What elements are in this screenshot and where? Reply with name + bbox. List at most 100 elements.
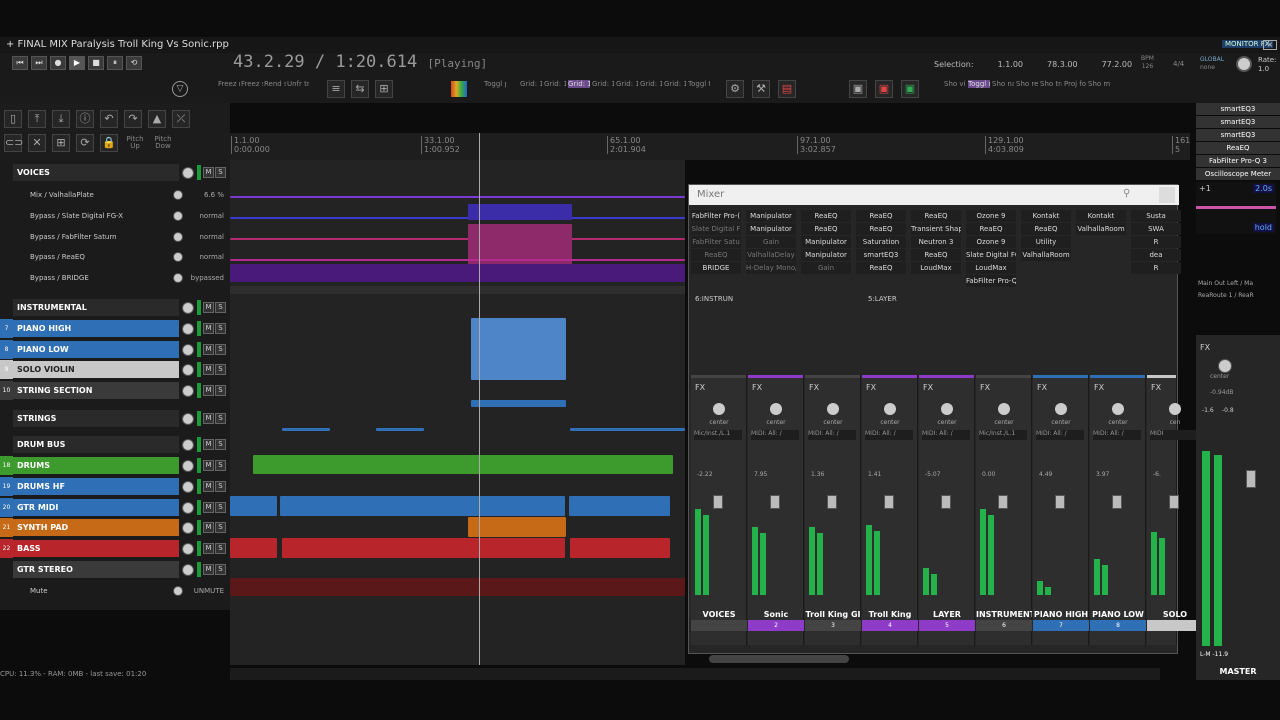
fx-slot[interactable]: Gain bbox=[801, 262, 851, 274]
track-header[interactable]: 19 DRUMS HF M S bbox=[0, 477, 226, 496]
grid-button[interactable]: Grid: 1/8 bbox=[592, 80, 614, 88]
track-name[interactable]: SOLO VIOLIN bbox=[13, 361, 179, 378]
horizontal-scrollbar[interactable] bbox=[230, 668, 1160, 680]
fx-slot[interactable]: LoudMax bbox=[966, 262, 1016, 274]
fx-slot[interactable]: BRIDGE bbox=[691, 262, 741, 274]
track-volume-knob[interactable] bbox=[182, 322, 194, 335]
mute-button[interactable]: M bbox=[203, 344, 214, 355]
solo-button[interactable]: S bbox=[215, 385, 226, 396]
strip-name[interactable]: PIANO HIGH bbox=[1033, 610, 1089, 619]
envelope-knob[interactable] bbox=[173, 585, 183, 596]
track-header[interactable]: DRUM BUS M S bbox=[0, 435, 226, 454]
track-volume-knob[interactable] bbox=[182, 343, 194, 356]
global-automation[interactable]: GLOBAL none bbox=[1200, 56, 1224, 72]
track-name[interactable]: SYNTH PAD bbox=[13, 519, 179, 536]
envelope-knob[interactable] bbox=[173, 231, 183, 242]
automation-item[interactable] bbox=[468, 204, 572, 220]
save-icon[interactable]: ⤓ bbox=[52, 110, 70, 128]
automation-item[interactable] bbox=[468, 224, 572, 269]
envelope-row[interactable]: Bypass / ReaEQ normal bbox=[30, 247, 226, 266]
time-signature[interactable]: 4/4 bbox=[1173, 60, 1184, 68]
show-toggle-button[interactable]: Toggl mixe bbox=[968, 80, 990, 88]
strip-name[interactable]: INSTRUMENTA bbox=[976, 610, 1032, 619]
envelope-knob[interactable] bbox=[173, 210, 183, 221]
fx-slot[interactable]: Slate Digital FG bbox=[966, 249, 1016, 261]
track-header[interactable]: 8 PIANO LOW M S bbox=[0, 340, 226, 359]
strip-fader[interactable] bbox=[998, 495, 1008, 509]
env-icon[interactable]: ⚙ bbox=[726, 80, 744, 98]
fx-slot[interactable]: ReaEQ bbox=[911, 249, 961, 261]
track-name[interactable]: VOICES bbox=[13, 164, 179, 181]
fx-slot[interactable]: Manipulator bbox=[801, 249, 851, 261]
mute-button[interactable]: M bbox=[203, 364, 214, 375]
track-volume-knob[interactable] bbox=[182, 166, 194, 179]
mute-envelope-lane[interactable] bbox=[230, 578, 685, 596]
strip-input[interactable]: MIDI: All: / bbox=[751, 430, 799, 440]
strip-fx-button[interactable]: FX bbox=[1151, 383, 1161, 392]
strip-fader[interactable] bbox=[770, 495, 780, 509]
mute-button[interactable]: M bbox=[203, 543, 214, 554]
envelope-knob[interactable] bbox=[173, 189, 183, 200]
envelope-row[interactable]: Bypass / Slate Digital FG-X normal bbox=[30, 206, 226, 225]
synth-pad-item[interactable] bbox=[468, 517, 566, 537]
strip-pan-knob[interactable] bbox=[1169, 403, 1181, 415]
routing-slot[interactable]: Main Out Left / Ma bbox=[1198, 280, 1278, 287]
strip-input[interactable]: MIDI: All: / bbox=[922, 430, 970, 440]
mixer-scrollbar[interactable] bbox=[709, 655, 849, 663]
solo-button[interactable]: S bbox=[215, 543, 226, 554]
send-slot[interactable]: 5:LAYER bbox=[868, 295, 897, 303]
strip-fx-button[interactable]: FX bbox=[752, 383, 762, 392]
fx-slot[interactable]: Slate Digital F bbox=[691, 223, 741, 235]
fx-slot[interactable]: Utility bbox=[1021, 236, 1071, 248]
send-slot[interactable]: 6:INSTRUN bbox=[695, 295, 733, 303]
envelope-lane[interactable] bbox=[230, 238, 685, 240]
track-header[interactable]: 21 SYNTH PAD M S bbox=[0, 518, 226, 537]
fx-slot[interactable]: Saturation bbox=[856, 236, 906, 248]
track-name[interactable]: STRING SECTION bbox=[13, 382, 179, 399]
fx-slot[interactable]: ValhallaDelay bbox=[746, 249, 796, 261]
master-fader[interactable] bbox=[1246, 470, 1256, 488]
fx-slot[interactable]: ReaEQ bbox=[856, 262, 906, 274]
close-icon[interactable]: × bbox=[1263, 40, 1277, 50]
track-header[interactable]: 7 PIANO HIGH M S bbox=[0, 319, 226, 338]
show-toggle-button[interactable]: Sho navi bbox=[992, 80, 1014, 88]
solo-button[interactable]: S bbox=[215, 564, 226, 575]
track-volume-knob[interactable] bbox=[182, 521, 194, 534]
strip-fx-button[interactable]: FX bbox=[1094, 383, 1104, 392]
envelope-row[interactable]: Mix / ValhallaPlate 6.6 % bbox=[30, 185, 226, 204]
strip-fx-button[interactable]: FX bbox=[923, 383, 933, 392]
midi-item[interactable] bbox=[376, 428, 424, 431]
show-toggle-button[interactable]: Sho regio bbox=[1016, 80, 1038, 88]
fx-slot[interactable]: dea bbox=[1131, 249, 1181, 261]
envelope-row[interactable]: Mute UNMUTE bbox=[30, 581, 226, 600]
solo-button[interactable]: S bbox=[215, 413, 226, 424]
track-name[interactable]: PIANO LOW bbox=[13, 341, 179, 358]
strip-fx-button[interactable]: FX bbox=[809, 383, 819, 392]
mute-button[interactable]: M bbox=[203, 564, 214, 575]
strip-name[interactable]: LAYER bbox=[919, 610, 975, 619]
selection-end[interactable]: 78.3.00 bbox=[1047, 60, 1078, 69]
envelope-lane[interactable] bbox=[230, 259, 685, 261]
fx-slot[interactable]: ReaEQ bbox=[911, 210, 961, 222]
grid-button[interactable]: Toggl tripl bbox=[688, 80, 710, 88]
grid-button[interactable]: Grid: 1/16 bbox=[616, 80, 638, 88]
track-header[interactable]: STRINGS M S bbox=[0, 409, 226, 428]
envelope-knob[interactable] bbox=[173, 272, 183, 283]
ripple-icon[interactable]: ≡ bbox=[327, 80, 345, 98]
fx-slot[interactable]: ValhallaRoom bbox=[1021, 249, 1071, 261]
strip-pan-knob[interactable] bbox=[827, 403, 839, 415]
grid-button[interactable]: Grid: 1/64 bbox=[664, 80, 686, 88]
midi-item-strings[interactable] bbox=[471, 400, 566, 407]
solo-button[interactable]: S bbox=[215, 364, 226, 375]
solo-button[interactable]: S bbox=[215, 522, 226, 533]
mute-button[interactable]: M bbox=[203, 460, 214, 471]
master-fx-slot[interactable]: smartEQ3 bbox=[1196, 103, 1280, 115]
strip-pan-knob[interactable] bbox=[884, 403, 896, 415]
record-arm-icon[interactable]: ▣ bbox=[875, 80, 893, 98]
grid-button[interactable]: Grid: 1/4 bbox=[568, 80, 590, 88]
mute-button[interactable]: M bbox=[203, 167, 214, 178]
fx-slot[interactable]: R bbox=[1131, 236, 1181, 248]
track-name[interactable]: GTR STEREO bbox=[13, 561, 179, 578]
monitor-icon[interactable]: ▣ bbox=[901, 80, 919, 98]
grouping-icon[interactable]: ⇆ bbox=[351, 80, 369, 98]
